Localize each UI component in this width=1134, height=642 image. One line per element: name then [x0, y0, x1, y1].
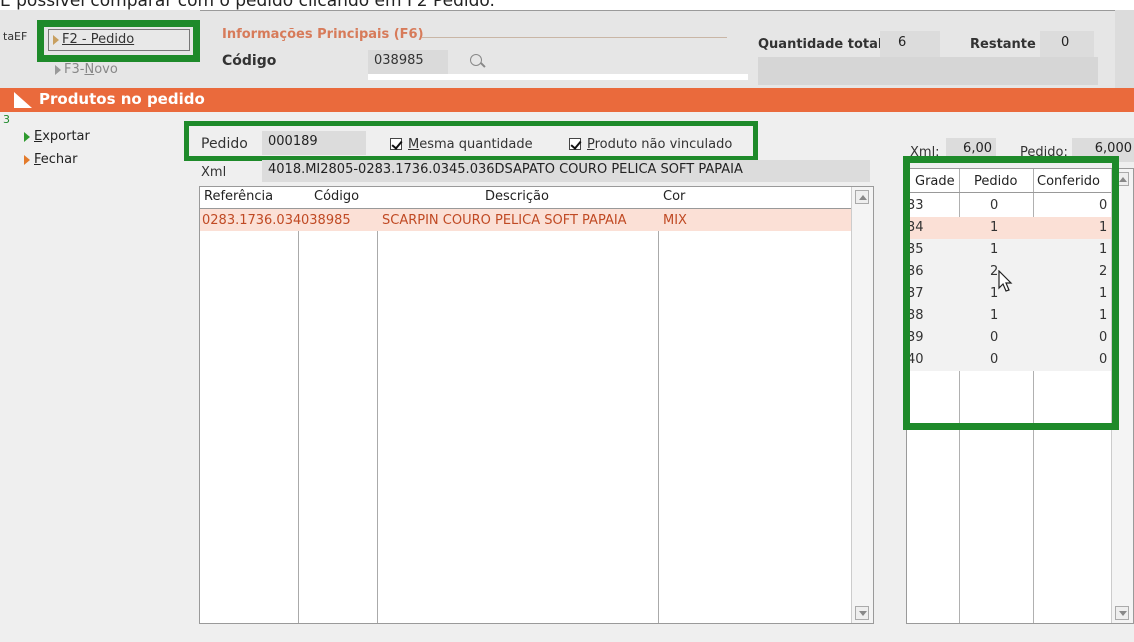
vertical-scrollbar[interactable]	[851, 187, 873, 623]
codigo-label: Código	[222, 53, 277, 69]
xml-value: 4018.MI2805-0283.1736.0345.036DSAPATO CO…	[262, 160, 870, 182]
play-icon	[24, 131, 30, 142]
column-header[interactable]: Cor	[663, 189, 685, 204]
window-edge	[1115, 10, 1134, 88]
menu-fechar[interactable]: Fechar	[24, 152, 77, 167]
xml-label: Xml	[201, 165, 227, 180]
scroll-down-icon[interactable]	[1115, 606, 1129, 620]
play-icon	[24, 154, 30, 165]
caption-text: E possível comparar com o pedido clicand…	[0, 0, 1134, 10]
codigo-description-field	[368, 74, 748, 80]
tab-f3-accel: N	[84, 62, 95, 77]
app-window: E possível comparar com o pedido clicand…	[0, 0, 1134, 642]
column-header[interactable]: Referência	[204, 189, 273, 204]
cell-codigo: 038985	[301, 213, 351, 228]
products-table: Referência Código Descrição Cor 0283.173…	[199, 186, 874, 624]
tab-f3-novo[interactable]: F3-Novo	[55, 62, 118, 77]
quantidade-total-label: Quantidade total	[758, 37, 883, 52]
cell-descricao: SCARPIN COURO PELICA SOFT PAPAIA	[382, 213, 627, 228]
section-title: Produtos no pedido	[39, 90, 205, 108]
highlight-box-f2	[37, 20, 200, 62]
left-panel	[0, 112, 170, 642]
tab-edge-label: taEF	[3, 30, 28, 43]
tab-f3-rest: ovo	[94, 62, 118, 77]
divider	[422, 37, 727, 38]
exportar-accel: E	[34, 129, 43, 144]
scroll-up-icon[interactable]	[855, 190, 869, 204]
restante-label: Restante	[970, 37, 1036, 52]
exportar-rest: xportar	[42, 129, 90, 144]
section-title-info: Informações Principais (F6)	[222, 27, 424, 42]
quantidade-total-value: 6	[880, 31, 940, 57]
search-icon[interactable]	[470, 54, 482, 66]
highlight-box-filters	[184, 121, 758, 161]
triangle-icon	[55, 64, 61, 75]
cell-cor: MIX	[663, 213, 687, 228]
tab-f3-prefix: F3-	[64, 62, 85, 77]
column-divider	[377, 187, 378, 623]
fechar-rest: echar	[40, 152, 78, 167]
column-header[interactable]: Código	[314, 189, 359, 204]
column-divider	[298, 187, 299, 623]
codigo-input[interactable]: 038985	[368, 50, 448, 74]
restante-value: 0	[1040, 31, 1094, 57]
left-indicator: 3	[3, 113, 10, 126]
column-header[interactable]: Descrição	[485, 189, 549, 204]
column-divider	[658, 187, 659, 623]
fechar-accel: F	[34, 152, 41, 167]
menu-exportar[interactable]: Exportar	[24, 129, 90, 144]
scroll-down-icon[interactable]	[855, 606, 869, 620]
cell-referencia: 0283.1736.034	[202, 213, 302, 228]
status-field	[758, 57, 1098, 85]
